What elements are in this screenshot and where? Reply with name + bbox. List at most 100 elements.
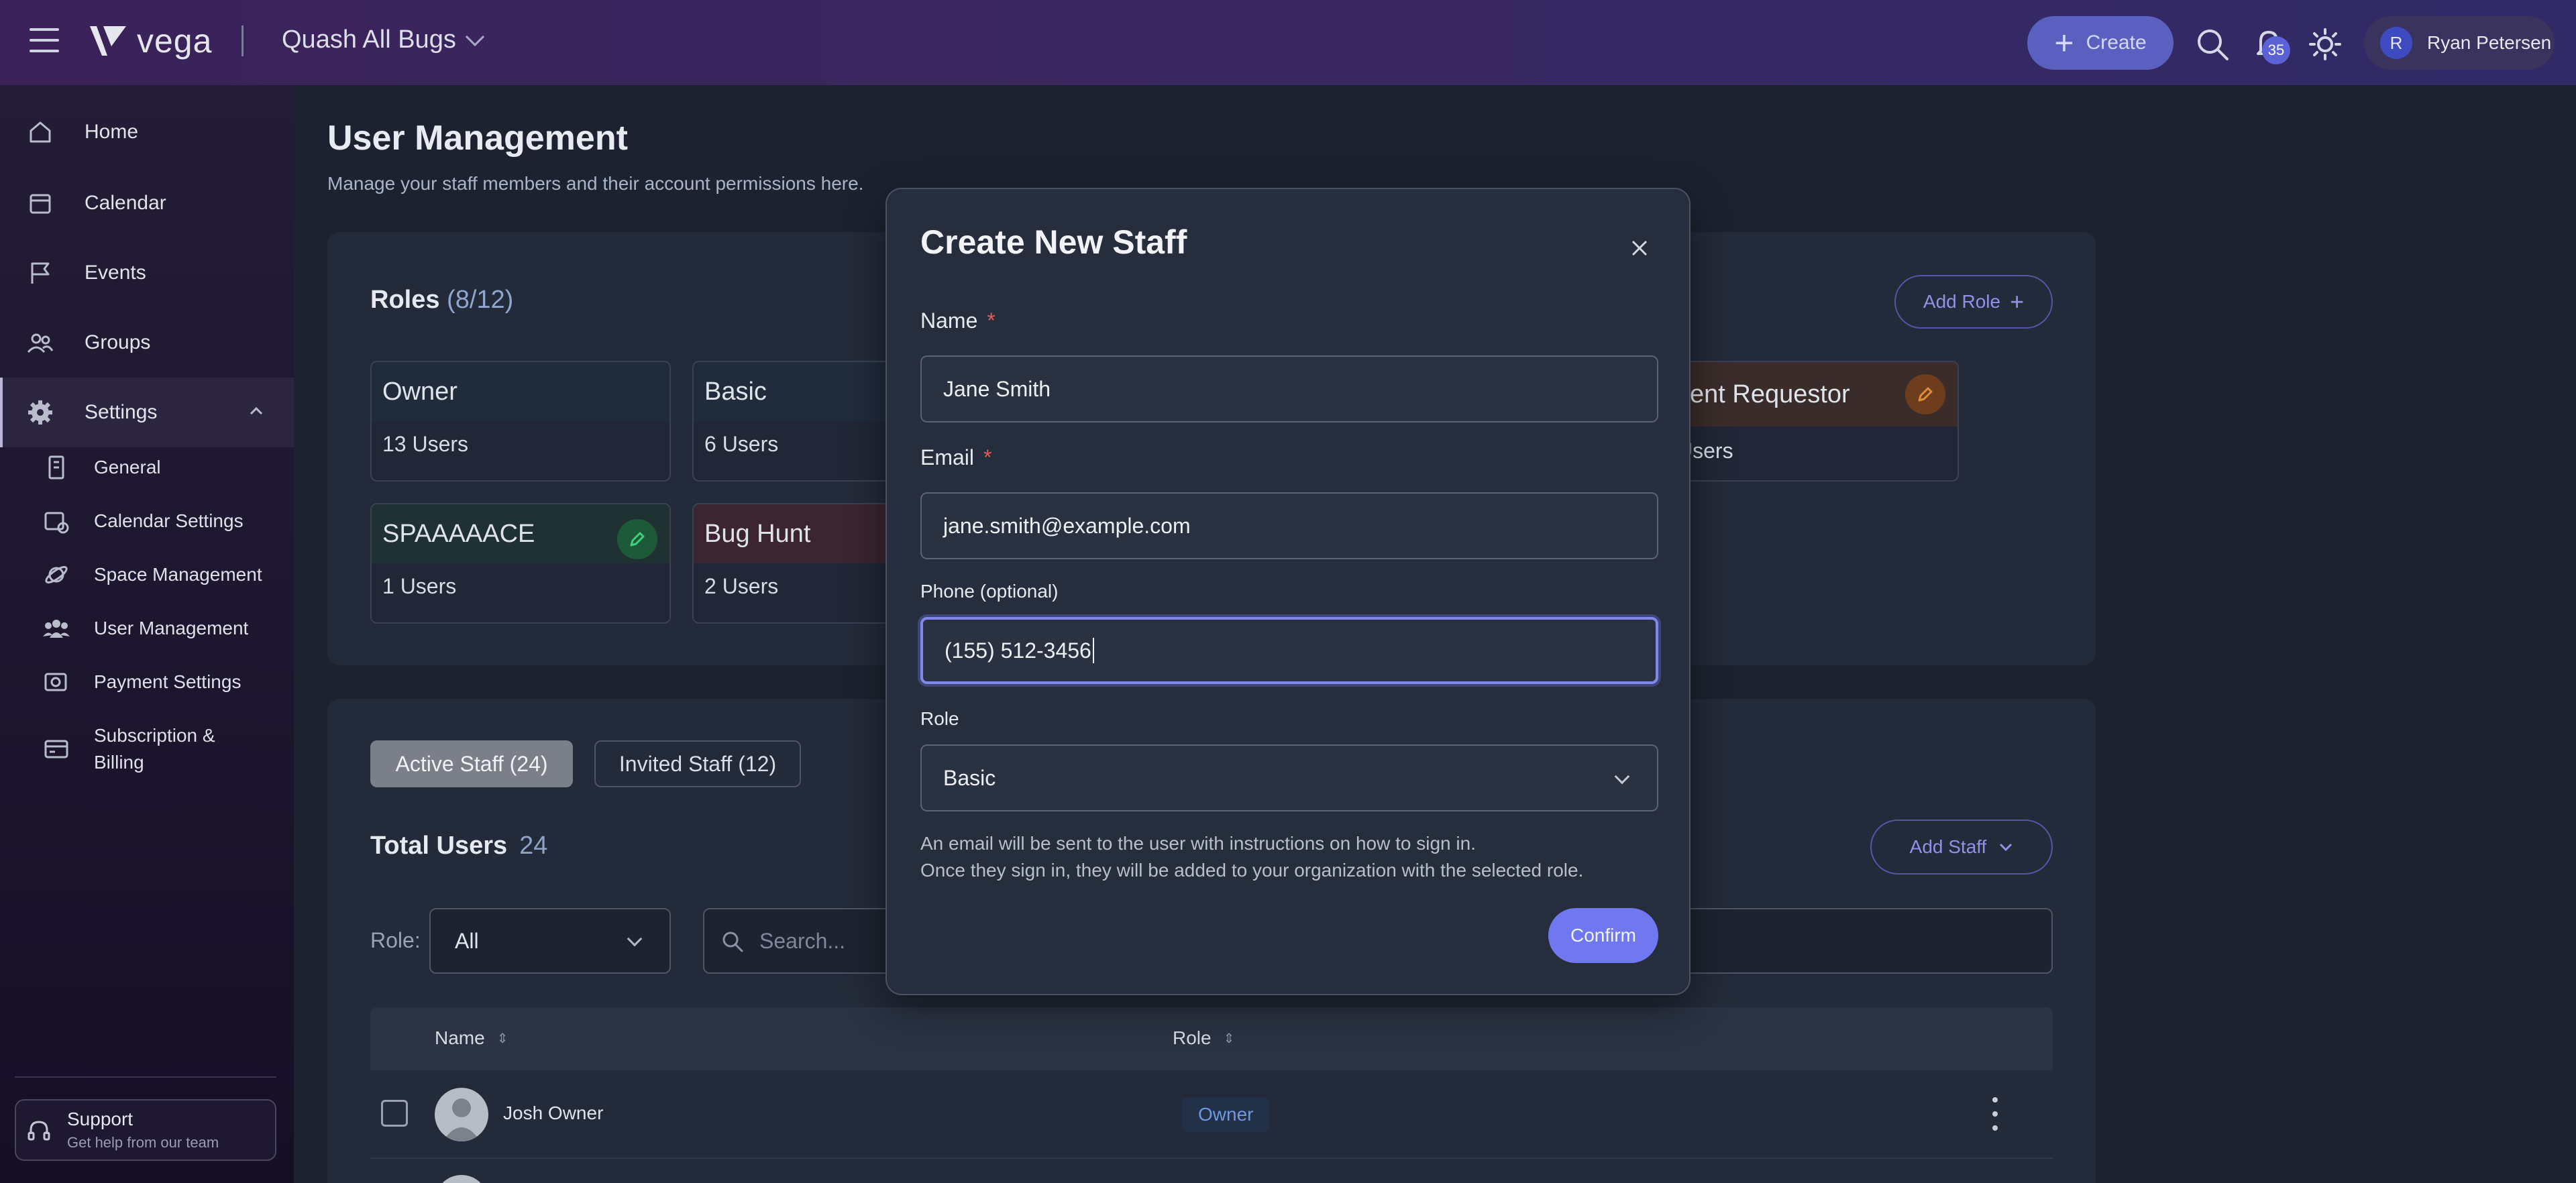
add-role-button[interactable]: Add Role + [1894,275,2053,329]
column-label: Role [1173,1027,1212,1048]
org-name: Quash All Bugs [282,25,456,54]
sort-icon: ⇕ [1223,1031,1235,1046]
invite-note-line1: An email will be sent to the user with i… [920,833,1476,854]
table-row [370,1159,2053,1183]
name-field[interactable]: Jane Smith [920,355,1658,422]
support-subtitle: Get help from our team [67,1134,219,1151]
page-subtitle: Manage your staff members and their acco… [327,173,864,194]
sidebar-item-label: Groups [85,331,151,353]
role-card-bug-hunt[interactable]: Bug Hunt 2 Users [692,503,894,624]
role-filter-select[interactable]: All [429,908,671,974]
roles-count: (8/12) [447,286,514,314]
planet-icon [45,566,68,583]
total-users: Total Users 24 [370,832,547,860]
sidebar-item-home[interactable]: Home [0,85,294,179]
calendar-settings-icon [44,512,69,534]
create-button[interactable]: + Create [2027,16,2174,70]
sidebar-item-calendar[interactable]: Calendar [0,168,294,238]
role-card-spaaaaace[interactable]: SPAAAAACE 1 Users [370,503,671,624]
sun-icon[interactable] [2305,24,2345,64]
roles-title: Roles (8/12) [370,286,513,315]
tab-active-staff[interactable]: Active Staff (24) [370,740,573,787]
invite-note: An email will be sent to the user with i… [920,830,1583,884]
search-icon[interactable] [2192,24,2233,64]
edit-role-button[interactable] [1905,374,1945,414]
total-users-label: Total Users [370,832,508,860]
phone-field[interactable]: (155) 512-3456 [920,617,1658,684]
role-users: 2 Users [704,574,779,598]
sidebar-subitem-user-management[interactable]: User Management [0,604,294,653]
chevron-down-icon [2000,843,2012,852]
more-options-icon[interactable] [1987,1097,2003,1131]
support-button[interactable]: Support Get help from our team [15,1099,276,1161]
sidebar-item-settings[interactable]: Settings [0,378,294,447]
table-header: Name ⇕ Role ⇕ [370,1007,2053,1070]
pencil-icon [630,532,645,547]
divider [241,25,244,56]
add-staff-label: Add Staff [1909,836,1987,857]
sidebar-item-label: Calendar [85,192,166,214]
email-field[interactable]: jane.smith@example.com [920,492,1658,559]
sidebar-subitem-space-management[interactable]: Space Management [0,551,294,599]
close-icon[interactable] [1625,233,1654,263]
name-label: Name * [920,308,996,333]
sidebar-subitem-label: General [94,457,161,477]
column-header-name[interactable]: Name ⇕ [435,1027,508,1049]
users-icon [43,620,70,638]
gear-icon [28,400,52,425]
user-silhouette-icon [443,1098,480,1141]
sidebar-subitem-general[interactable]: General [0,443,294,492]
row-checkbox[interactable] [381,1100,408,1127]
role-name: Basic [694,362,892,421]
phone-value: (155) 512-3456 [945,638,1091,663]
phone-label: Phone (optional) [920,581,1059,602]
sidebar-item-label: Home [85,121,139,143]
sidebar-item-events[interactable]: Events [0,238,294,308]
user-menu[interactable]: R Ryan Petersen [2364,16,2555,70]
confirm-button[interactable]: Confirm [1548,908,1658,963]
role-select[interactable]: Basic [920,744,1658,811]
calendar-icon [30,194,51,214]
tab-invited-staff[interactable]: Invited Staff (12) [594,740,801,787]
create-staff-modal: Create New Staff Name * Jane Smith Email *… [885,188,1690,995]
search-placeholder: Search... [759,928,846,953]
sidebar-subitem-label: User Management [94,618,249,638]
email-label-text: Email [920,445,975,469]
logo[interactable]: vega [87,21,212,60]
sidebar-subitem-payment-settings[interactable]: Payment Settings [0,658,294,706]
add-staff-button[interactable]: Add Staff [1870,820,2053,875]
payment-icon [44,673,67,691]
role-card-owner[interactable]: Owner 13 Users [370,361,671,482]
sidebar-subitem-subscription-billing[interactable]: Subscription & Billing [0,716,294,783]
notification-badge: 35 [2262,36,2290,64]
role-users: 13 Users [382,432,469,456]
sidebar-subitem-label: Payment Settings [94,671,241,692]
sidebar: Home Calendar Events Groups Settings Gen… [0,85,294,1183]
menu-icon[interactable] [30,28,59,55]
role-card-basic[interactable]: Basic 6 Users [692,361,894,482]
sort-icon: ⇕ [496,1031,508,1046]
avatar [435,1175,488,1183]
sidebar-item-label: Settings [85,401,158,423]
edit-role-button[interactable] [617,519,657,559]
roles-title-text: Roles [370,286,440,314]
org-switcher[interactable]: Quash All Bugs [282,25,484,54]
search-icon [722,932,743,952]
role-card-event-requestor[interactable]: vent Requestor Users [1677,361,1959,482]
invite-note-line2: Once they sign in, they will be added to… [920,860,1584,881]
add-role-label: Add Role [1923,291,2001,312]
sidebar-subitem-calendar-settings[interactable]: Calendar Settings [0,497,294,545]
sidebar-subitem-label: Calendar Settings [94,510,244,531]
subscription-label-line1: Subscription & [94,725,215,746]
text-caret [1092,638,1094,663]
chevron-down-icon [465,27,484,46]
role-filter-label: Role: [370,928,421,952]
brand-name: vega [137,22,213,60]
column-header-role[interactable]: Role ⇕ [1173,1027,1234,1049]
pencil-icon [1918,387,1933,402]
table-row: Josh Owner Owner [370,1070,2053,1159]
role-label: Role [920,708,959,729]
sidebar-item-label: Events [85,262,146,284]
role-users: Users [1677,439,1733,463]
sidebar-item-groups[interactable]: Groups [0,308,294,378]
